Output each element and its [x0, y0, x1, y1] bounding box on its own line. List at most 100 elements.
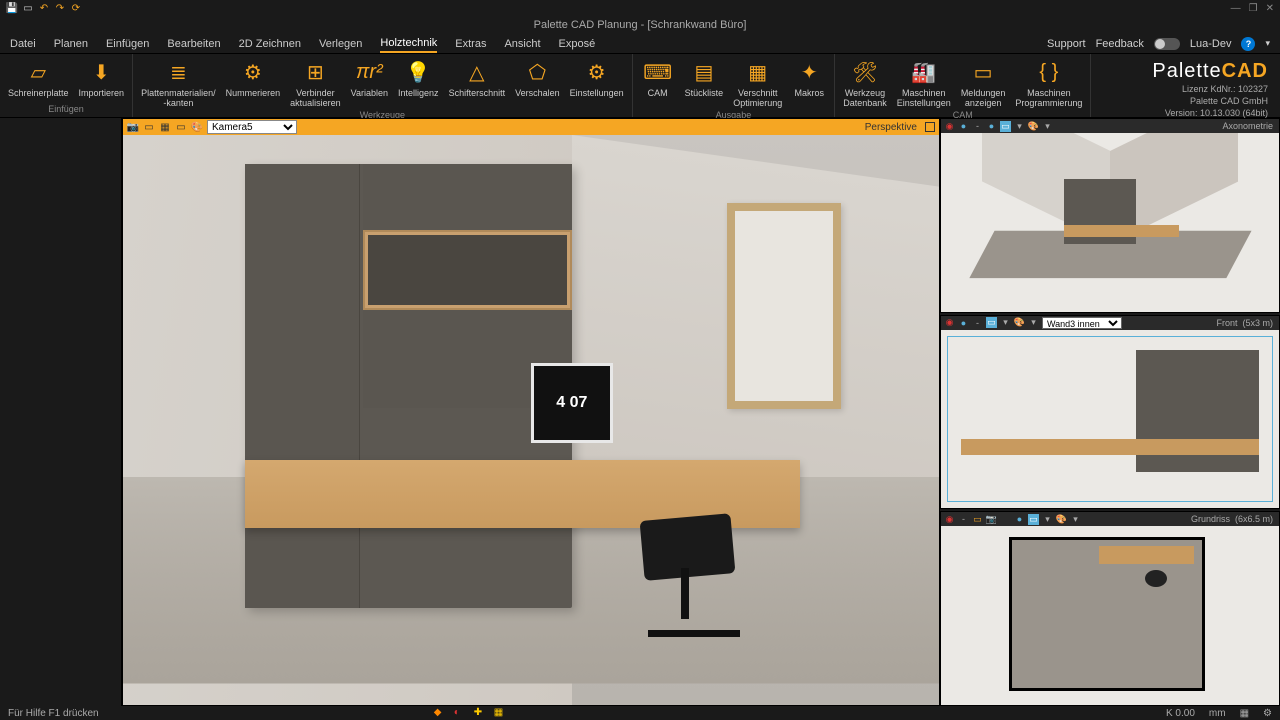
window-close[interactable]: ✕ [1266, 3, 1274, 14]
eye-icon[interactable]: ◉ [944, 121, 955, 132]
einstellungen-button[interactable]: ⚙Einstellungen [566, 56, 628, 110]
window-maximize[interactable]: ❐ [1249, 3, 1258, 14]
front-layer-select[interactable]: Wand3 innen [1042, 317, 1122, 329]
schifterschnitt-button[interactable]: △Schifterschnitt [445, 56, 510, 110]
monitor-3d[interactable]: 4 07 [531, 363, 613, 443]
maximize-viewport[interactable] [925, 122, 935, 132]
schreinerplatte-button[interactable]: ▱Schreinerplatte [4, 56, 73, 104]
box-icon[interactable]: ▭ [1000, 121, 1011, 132]
dot-icon[interactable]: ● [958, 317, 969, 328]
plan-viewport[interactable]: ◉ - ▭ 📷 ● ▭ ▾ 🎨 ▾ Grundriss (6x6.5 m) [940, 511, 1280, 706]
workspace: 📷 ▭ ▦ ▭ 🎨 Kamera5 Perspektive [0, 118, 1280, 706]
dash-icon[interactable]: - [972, 317, 983, 328]
werkzeugdb-button[interactable]: 🛠Werkzeug Datenbank [839, 56, 891, 110]
box-icon[interactable]: ▭ [986, 317, 997, 328]
redo-icon[interactable]: ↷ [54, 2, 66, 14]
menu-extras[interactable]: Extras [455, 36, 486, 52]
sb-icon-2[interactable]: ◐ [454, 707, 466, 719]
palette2-icon[interactable]: 🎨 [1056, 514, 1067, 525]
main-viewport-canvas[interactable]: 4 07 [123, 135, 939, 705]
main-viewport[interactable]: 📷 ▭ ▦ ▭ 🎨 Kamera5 Perspektive [122, 118, 940, 706]
import-icon: ⬇ [87, 58, 115, 86]
front-viewport[interactable]: ◉ ● - ▭ ▾ 🎨 ▾ Wand3 innen Front (5x3 m) [940, 315, 1280, 510]
verbinder-button[interactable]: ⊞Verbinder aktualisieren [286, 56, 345, 110]
menu-einfuegen[interactable]: Einfügen [106, 36, 149, 52]
eye-icon[interactable]: ◉ [944, 514, 955, 525]
camera-icon[interactable]: 📷 [127, 121, 139, 133]
status-gear-icon[interactable]: ⚙ [1263, 708, 1272, 719]
luadev-label: Lua-Dev [1190, 38, 1232, 50]
dash-icon[interactable]: - [958, 514, 969, 525]
menu-bearbeiten[interactable]: Bearbeiten [167, 36, 220, 52]
palette2-icon[interactable]: 🎨 [1028, 121, 1039, 132]
chevron-down-icon[interactable]: ▾ [1000, 317, 1011, 328]
front-canvas[interactable] [941, 330, 1279, 509]
optimize-icon: ▦ [744, 58, 772, 86]
chair-3d[interactable] [629, 466, 760, 637]
verschalen-button[interactable]: ⬠Verschalen [511, 56, 564, 110]
layers-icon[interactable]: ▭ [143, 121, 155, 133]
view-icon[interactable]: ▭ [175, 121, 187, 133]
plattenmaterialien-button[interactable]: ≣Plattenmaterialien/ -kanten [137, 56, 220, 110]
menu-datei[interactable]: Datei [10, 36, 36, 52]
variablen-button[interactable]: πr²Variablen [347, 56, 392, 110]
menu-2dzeichnen[interactable]: 2D Zeichnen [239, 36, 301, 52]
menu-support[interactable]: Support [1047, 38, 1086, 50]
plan-dims: (6x6.5 m) [1235, 514, 1273, 524]
save-icon[interactable]: 💾 [6, 2, 18, 14]
picture-frame-3d[interactable] [727, 203, 841, 408]
menu-verlegen[interactable]: Verlegen [319, 36, 362, 52]
window-minimize[interactable]: — [1231, 3, 1241, 14]
undo-icon[interactable]: ↶ [38, 2, 50, 14]
stueckliste-button[interactable]: ▤Stückliste [681, 56, 728, 110]
license-text: Lizenz KdNr.: 102327 [1152, 83, 1268, 95]
help-icon[interactable]: ? [1241, 37, 1255, 51]
status-grid-icon[interactable]: ▦ [1240, 708, 1249, 719]
cabinet-3d[interactable] [245, 164, 571, 609]
chevron-down-icon[interactable]: ▾ [1070, 514, 1081, 525]
palette2-icon[interactable]: 🎨 [1014, 317, 1025, 328]
eye-icon[interactable]: ◉ [944, 317, 955, 328]
chevron-down-icon[interactable]: ▾ [1042, 514, 1053, 525]
makros-button[interactable]: ✦Makros [788, 56, 830, 110]
refresh-icon[interactable]: ⟳ [70, 2, 82, 14]
front-header: ◉ ● - ▭ ▾ 🎨 ▾ Wand3 innen Front (5x3 m) [941, 316, 1279, 330]
luadev-toggle[interactable] [1154, 38, 1180, 50]
chevron-down-icon[interactable]: ▾ [1042, 121, 1053, 132]
palette-icon[interactable]: 🎨 [191, 121, 203, 133]
cam-button[interactable]: ⌨CAM [637, 56, 679, 110]
chevron-down-icon[interactable]: ▾ [1014, 121, 1025, 132]
dash-icon[interactable]: - [972, 121, 983, 132]
intelligenz-button[interactable]: 💡Intelligenz [394, 56, 443, 110]
plan-canvas[interactable] [941, 526, 1279, 705]
verschnitt-button[interactable]: ▦Verschnitt Optimierung [729, 56, 786, 110]
machine-icon: 🏭 [910, 58, 938, 86]
new-icon[interactable]: ▭ [22, 2, 34, 14]
menu-feedback[interactable]: Feedback [1096, 38, 1144, 50]
dot-icon[interactable]: ● [1014, 514, 1025, 525]
sb-icon-1[interactable]: ◆ [434, 707, 446, 719]
importieren-button[interactable]: ⬇Importieren [75, 56, 129, 104]
axo-canvas[interactable] [941, 133, 1279, 312]
menu-dropdown-icon[interactable]: ▾ [1265, 38, 1270, 49]
grid-icon[interactable]: ▦ [159, 121, 171, 133]
chevron-down-icon[interactable]: ▾ [1028, 317, 1039, 328]
status-unit[interactable]: mm [1209, 708, 1226, 719]
dot-icon[interactable]: ● [958, 121, 969, 132]
menu-holztechnik[interactable]: Holztechnik [380, 35, 437, 53]
sb-icon-4[interactable]: ▦ [494, 707, 506, 719]
nummerieren-button[interactable]: ⚙Nummerieren [222, 56, 285, 110]
menu-ansicht[interactable]: Ansicht [504, 36, 540, 52]
box2-icon[interactable]: ▭ [1028, 514, 1039, 525]
menu-planen[interactable]: Planen [54, 36, 88, 52]
camera-select[interactable]: Kamera5 [207, 120, 297, 134]
axo-viewport[interactable]: ◉ ● - ● ▭ ▾ 🎨 ▾ Axonometrie [940, 118, 1280, 313]
menu-expose[interactable]: Exposé [559, 36, 596, 52]
dot2-icon[interactable]: ● [986, 121, 997, 132]
maschinen-einst-button[interactable]: 🏭Maschinen Einstellungen [893, 56, 955, 110]
maschinen-prog-button[interactable]: { }Maschinen Programmierung [1011, 56, 1086, 110]
meldungen-button[interactable]: ▭Meldungen anzeigen [957, 56, 1010, 110]
cam-icon[interactable]: 📷 [986, 514, 997, 525]
box-icon[interactable]: ▭ [972, 514, 983, 525]
sb-icon-3[interactable]: ✚ [474, 707, 486, 719]
